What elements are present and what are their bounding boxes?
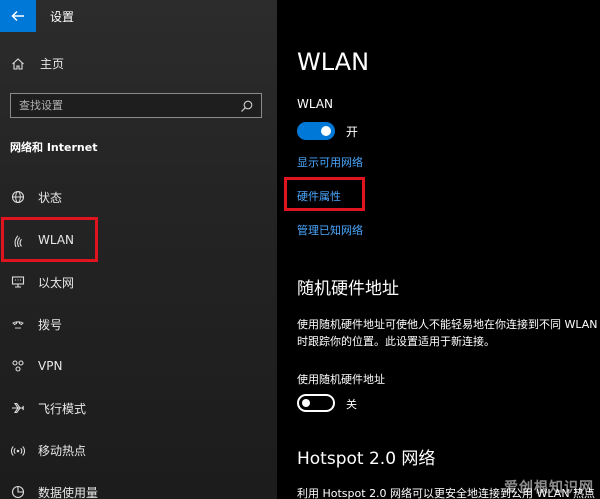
ethernet-icon: [10, 274, 26, 290]
random-hardware-description: 使用随机硬件地址可使他人不能轻易地在你连接到不同 WLAN 网络时跟踪你的位置。…: [297, 318, 600, 348]
random-hardware-toggle-label: 使用随机硬件地址: [297, 373, 385, 386]
random-hardware-toggle[interactable]: [297, 394, 335, 412]
search-input[interactable]: [11, 94, 231, 117]
airplane-icon: [10, 400, 26, 416]
sidebar-item-airplane-mode[interactable]: 飞行模式: [10, 398, 86, 418]
sidebar-item-label: 飞行模式: [38, 401, 87, 416]
back-arrow-icon: [11, 10, 24, 22]
sidebar-item-data-usage[interactable]: 数据使用量: [10, 482, 98, 499]
sidebar-item-dialup[interactable]: 拨号: [10, 314, 62, 334]
wlan-toggle-state: 开: [346, 125, 359, 139]
app-title: 设置: [50, 10, 75, 24]
hotspot-icon: [10, 442, 26, 458]
hotspot-heading: Hotspot 2.0 网络: [297, 449, 436, 469]
random-hardware-toggle-state: 关: [346, 398, 357, 411]
manage-known-networks-link[interactable]: 管理已知网络: [297, 222, 363, 238]
home-label: 主页: [40, 57, 65, 71]
show-available-networks-link[interactable]: 显示可用网络: [297, 154, 363, 170]
sidebar-item-label: 数据使用量: [38, 485, 99, 499]
random-hardware-heading: 随机硬件地址: [297, 279, 399, 299]
dialup-icon: [10, 316, 26, 332]
main-content: WLAN WLAN 开 显示可用网络 硬件属性 管理已知网络 随机硬件地址 使用…: [277, 0, 600, 499]
sidebar-item-ethernet[interactable]: 以太网: [10, 272, 74, 292]
data-usage-icon: [10, 484, 26, 499]
sidebar-item-label: VPN: [38, 359, 63, 373]
home-nav-item[interactable]: 主页: [10, 55, 64, 72]
sidebar-item-mobile-hotspot[interactable]: 移动热点: [10, 440, 86, 460]
globe-icon: [10, 189, 26, 205]
wlan-highlight-box: [1, 217, 98, 262]
search-box[interactable]: [10, 93, 262, 118]
wlan-toggle[interactable]: [297, 122, 335, 140]
sidebar-item-label: 以太网: [38, 275, 75, 290]
section-title: 网络和 Internet: [10, 141, 98, 154]
sidebar-item-vpn[interactable]: VPN: [10, 356, 62, 376]
vpn-icon: [10, 358, 26, 374]
hardware-properties-highlight-box: [284, 177, 365, 211]
watermark: 爱创根知识网: [504, 480, 594, 496]
back-button[interactable]: [0, 0, 36, 32]
title-bar: 设置: [0, 0, 277, 32]
page-title: WLAN: [297, 48, 370, 76]
sidebar-item-label: 拨号: [38, 317, 63, 332]
search-icon[interactable]: [239, 98, 255, 114]
wlan-toggle-label: WLAN: [297, 97, 334, 111]
sidebar-item-status[interactable]: 状态: [10, 187, 62, 207]
sidebar-item-label: 状态: [38, 190, 63, 205]
sidebar-item-label: 移动热点: [38, 443, 87, 458]
sidebar: 设置 主页 网络和 Internet 状态 WLAN 以太网: [0, 0, 277, 499]
home-icon: [10, 56, 26, 72]
